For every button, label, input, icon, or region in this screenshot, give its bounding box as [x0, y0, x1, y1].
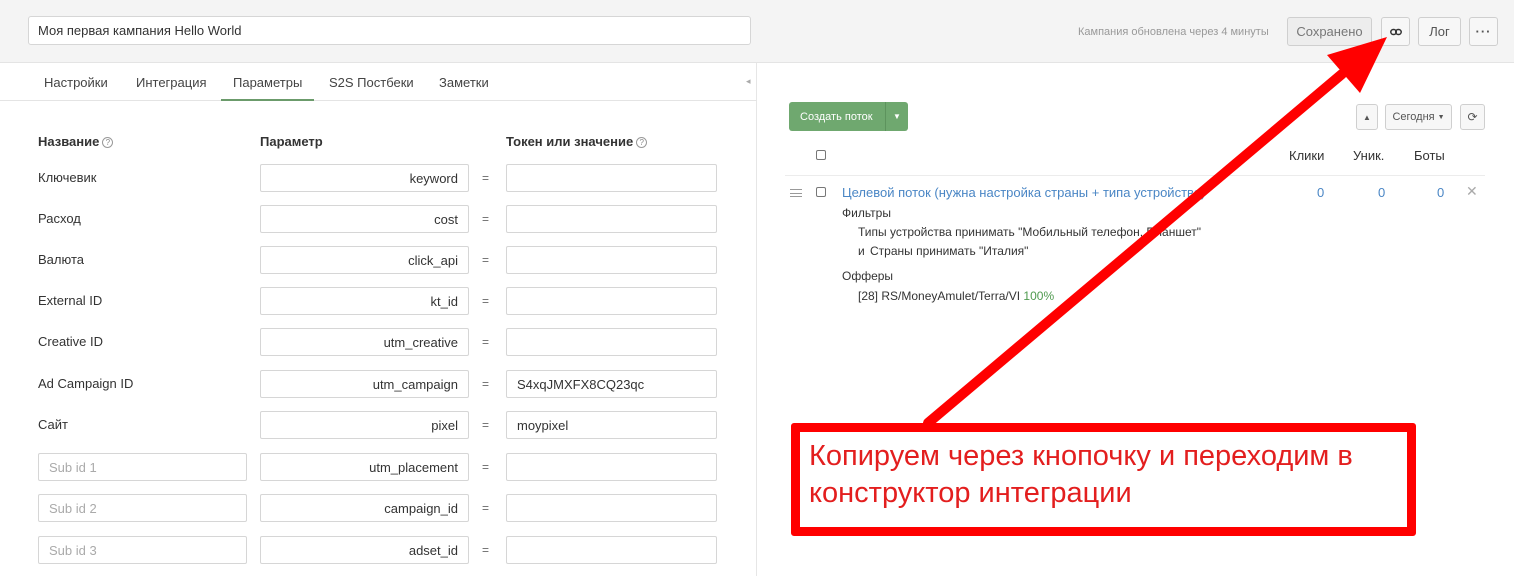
column-header-name: Название?: [38, 134, 114, 149]
equals-sign: =: [482, 460, 490, 474]
period-dropdown[interactable]: Сегодня ▼: [1385, 104, 1452, 130]
column-header-unique: Уник.: [1353, 148, 1385, 163]
updated-status: Кампания обновлена через 4 минуты: [1078, 26, 1269, 38]
annotation-callout: Копируем через кнопочку и переходим в ко…: [791, 423, 1416, 536]
column-header-token: Токен или значение?: [506, 134, 648, 149]
equals-sign: =: [482, 418, 490, 432]
parameters-panel: Настройки Интеграция Параметры S2S Постб…: [0, 63, 757, 576]
drag-handle-icon[interactable]: [790, 189, 802, 197]
param-name-input[interactable]: [260, 205, 469, 233]
token-input[interactable]: [506, 453, 717, 481]
tab-integration[interactable]: Интеграция: [136, 75, 207, 90]
token-input[interactable]: [506, 246, 717, 274]
offer-share: 100%: [1023, 289, 1055, 303]
stream-bots: 0: [1437, 185, 1445, 200]
equals-sign: =: [482, 171, 490, 185]
sub-id-2-input[interactable]: [38, 494, 247, 522]
param-name-input[interactable]: [260, 370, 469, 398]
help-icon[interactable]: ?: [102, 137, 114, 148]
collapse-left-icon[interactable]: ◂: [746, 76, 751, 87]
refresh-button[interactable]: ⟳: [1460, 104, 1485, 130]
create-stream-label: Создать поток: [800, 110, 873, 123]
param-label-cost: Расход: [38, 211, 81, 226]
link-icon: [1389, 28, 1402, 35]
filters-label: Фильтры: [842, 206, 891, 220]
top-bar: Кампания обновлена через 4 минуты Сохран…: [0, 0, 1514, 63]
caret-down-icon: ▼: [1437, 113, 1445, 121]
offers-label: Офферы: [842, 269, 894, 283]
equals-sign: =: [482, 294, 490, 308]
table-divider: [785, 175, 1485, 176]
equals-sign: =: [482, 501, 490, 515]
param-name-input[interactable]: [260, 411, 469, 439]
token-input[interactable]: [506, 370, 717, 398]
stream-clicks: 0: [1317, 185, 1325, 200]
column-header-bots: Боты: [1414, 148, 1445, 163]
param-name-input[interactable]: [260, 536, 469, 564]
refresh-icon: ⟳: [1467, 110, 1478, 124]
saved-button[interactable]: Сохранено: [1287, 17, 1372, 46]
tab-settings[interactable]: Настройки: [44, 75, 108, 90]
equals-sign: =: [482, 377, 490, 391]
param-label-ad-campaign-id: Ad Campaign ID: [38, 376, 134, 391]
column-header-param: Параметр: [260, 134, 323, 149]
help-icon[interactable]: ?: [636, 137, 648, 148]
equals-sign: =: [482, 253, 490, 267]
token-input[interactable]: [506, 205, 717, 233]
token-input[interactable]: [506, 287, 717, 315]
token-input[interactable]: [506, 164, 717, 192]
tab-parameters[interactable]: Параметры: [221, 75, 315, 101]
token-input[interactable]: [506, 328, 717, 356]
tab-s2s-postbacks[interactable]: S2S Постбеки: [329, 75, 414, 90]
param-name-input[interactable]: [260, 328, 469, 356]
equals-sign: =: [482, 212, 490, 226]
campaign-name-input[interactable]: [28, 16, 751, 45]
log-button[interactable]: Лог: [1418, 17, 1461, 46]
stream-checkbox[interactable]: [816, 187, 826, 197]
stream-unique: 0: [1378, 185, 1386, 200]
select-all-checkbox[interactable]: [816, 150, 826, 160]
caret-up-icon: ▲: [1363, 112, 1371, 122]
param-name-input[interactable]: [260, 287, 469, 315]
period-label: Сегодня: [1392, 111, 1435, 123]
filter-country: Страны принимать "Италия": [870, 244, 1029, 258]
offer-name: [28] RS/MoneyAmulet/Terra/VI: [858, 289, 1021, 303]
create-stream-button[interactable]: Создать поток ▼: [789, 102, 908, 131]
column-header-clicks: Клики: [1289, 148, 1325, 163]
sub-id-1-input[interactable]: [38, 453, 247, 481]
param-label-external-id: External ID: [38, 293, 103, 308]
copy-link-button[interactable]: [1381, 17, 1410, 46]
stream-name-link[interactable]: Целевой поток (нужна настройка страны + …: [842, 185, 1205, 200]
annotation-text: Копируем через кнопочку и переходим в ко…: [809, 440, 1353, 509]
filter-device-type: Типы устройства принимать "Мобильный тел…: [858, 225, 1201, 239]
collapse-up-button[interactable]: ▲: [1356, 104, 1378, 130]
sub-id-3-input[interactable]: [38, 536, 247, 564]
param-name-input[interactable]: [260, 164, 469, 192]
param-label-site: Сайт: [38, 417, 68, 432]
offer-item: [28] RS/MoneyAmulet/Terra/VI 100%: [858, 289, 1054, 303]
param-name-input[interactable]: [260, 453, 469, 481]
caret-down-icon[interactable]: ▼: [885, 102, 908, 131]
token-input[interactable]: [506, 411, 717, 439]
token-input[interactable]: [506, 494, 717, 522]
param-label-currency: Валюта: [38, 252, 84, 267]
param-label-creative-id: Creative ID: [38, 334, 104, 349]
equals-sign: =: [482, 543, 490, 557]
delete-stream-icon[interactable]: ✕: [1466, 183, 1478, 200]
filter-and: и: [858, 244, 865, 258]
param-name-input[interactable]: [260, 494, 469, 522]
more-button[interactable]: ···: [1469, 17, 1498, 46]
equals-sign: =: [482, 335, 490, 349]
token-input[interactable]: [506, 536, 717, 564]
param-label-keyword: Ключевик: [38, 170, 97, 185]
param-name-input[interactable]: [260, 246, 469, 274]
tab-notes[interactable]: Заметки: [439, 75, 489, 90]
tab-bar: Настройки Интеграция Параметры S2S Постб…: [0, 63, 757, 101]
